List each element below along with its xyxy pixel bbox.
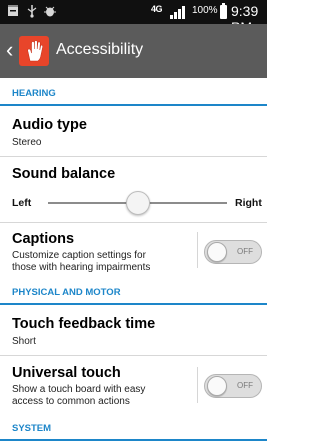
accessibility-hand-icon[interactable]	[19, 36, 49, 66]
captions-toggle[interactable]: OFF	[204, 240, 262, 264]
balance-left-label: Left	[12, 197, 32, 209]
switch-separator	[197, 232, 198, 268]
toggle-knob	[207, 242, 227, 262]
back-chevron-icon[interactable]: ‹	[6, 36, 13, 64]
battery-percent: 100%	[192, 5, 218, 16]
audio-type-title: Audio type	[12, 117, 87, 133]
status-bar: 4G 100% 9:39 PM	[0, 0, 267, 35]
universal-touch-title: Universal touch	[12, 365, 121, 381]
section-header-system: SYSTEM	[12, 423, 52, 434]
universal-touch-toggle-label: OFF	[237, 381, 253, 390]
section-divider	[0, 303, 267, 305]
row-divider	[0, 355, 267, 356]
touch-feedback-value: Short	[12, 336, 36, 347]
section-divider	[0, 104, 267, 106]
audio-type-value: Stereo	[12, 137, 42, 148]
balance-right-label: Right	[235, 197, 262, 209]
action-bar: ‹ Accessibility	[0, 24, 267, 78]
section-header-hearing: HEARING	[12, 88, 56, 99]
touch-feedback-title: Touch feedback time	[12, 316, 156, 332]
switch-separator	[197, 367, 198, 403]
signal-icon	[170, 5, 188, 19]
captions-summary-line1: Customize caption settings for	[12, 250, 146, 261]
balance-slider-thumb[interactable]	[125, 191, 150, 215]
network-type: 4G	[151, 4, 163, 14]
captions-title: Captions	[12, 231, 75, 247]
captions-summary-line2: those with hearing impairments	[12, 262, 151, 273]
section-header-physical-and-motor: PHYSICAL AND MOTOR	[12, 287, 121, 298]
row-divider	[0, 156, 267, 157]
universal-touch-summary-line2: access to common actions	[12, 396, 130, 407]
row-divider	[0, 222, 267, 223]
section-divider	[0, 439, 267, 441]
page-title: Accessibility	[56, 41, 144, 58]
notification-icon	[7, 4, 19, 22]
battery-icon	[220, 3, 227, 19]
universal-touch-summary-line1: Show a touch board with easy	[12, 384, 146, 395]
usb-icon	[26, 4, 38, 22]
sound-balance-title: Sound balance	[12, 166, 116, 182]
toggle-knob	[207, 376, 227, 396]
universal-touch-toggle[interactable]: OFF	[204, 374, 262, 398]
captions-toggle-label: OFF	[237, 247, 253, 256]
android-debug-icon	[43, 4, 57, 22]
